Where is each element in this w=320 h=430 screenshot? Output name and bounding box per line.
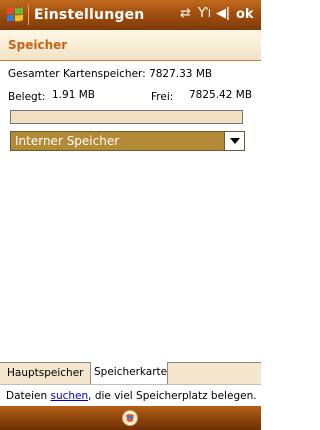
signal-icon[interactable]: Ƴı	[198, 6, 211, 21]
start-flag-icon[interactable]	[4, 4, 26, 26]
storage-select-value: Interner Speicher	[15, 134, 120, 148]
chevron-down-icon	[229, 138, 240, 144]
total-storage-row: Gesamter Kartenspeicher: 7827.33 MB	[8, 68, 212, 80]
volume-icon[interactable]: ◀ǀ	[216, 6, 230, 21]
page-header: Speicher	[0, 30, 261, 61]
free-value: 7825.42 MB	[189, 89, 253, 101]
title-bar: Einstellungen ⇄ Ƴı ◀ǀ ok	[0, 0, 261, 30]
hint-text: Dateien suchen, die viel Speicherplatz b…	[0, 384, 261, 406]
tab-hauptspeicher[interactable]: Hauptspeicher	[4, 363, 91, 384]
keyboard-sip-icon[interactable]	[120, 409, 140, 427]
total-storage-value: 7827.33 MB	[149, 68, 213, 80]
total-storage-label: Gesamter Kartenspeicher:	[8, 68, 146, 80]
hint-suffix: , die viel Speicherplatz belegen.	[88, 390, 257, 402]
storage-select[interactable]: Interner Speicher	[10, 131, 245, 151]
free-label: Frei:	[151, 91, 174, 103]
ok-button[interactable]: ok	[236, 7, 254, 22]
window-title: Einstellungen	[34, 7, 145, 23]
tab-speicherkarte[interactable]: Speicherkarte	[91, 362, 168, 385]
dropdown-button[interactable]	[224, 132, 244, 150]
title-separator	[28, 5, 29, 25]
connectivity-icon[interactable]: ⇄	[180, 6, 191, 21]
page-title: Speicher	[8, 38, 68, 52]
softkey-bar	[0, 406, 261, 430]
used-value: 1.91 MB	[52, 89, 95, 101]
search-link[interactable]: suchen	[50, 390, 88, 402]
used-label: Belegt:	[8, 91, 46, 103]
storage-usage-bar	[10, 110, 243, 124]
hint-prefix: Dateien	[6, 390, 51, 402]
